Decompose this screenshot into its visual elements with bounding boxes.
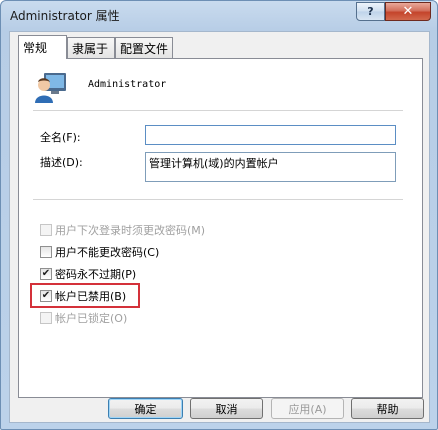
- cannot-change-password-checkbox[interactable]: 用户不能更改密码(C): [40, 244, 159, 260]
- description-label: 描述(D):: [40, 156, 83, 169]
- tab-general[interactable]: 常规: [18, 35, 67, 59]
- tab-member-of[interactable]: 隶属于: [67, 37, 115, 58]
- password-never-expires-checkbox[interactable]: ✔ 密码永不过期(P): [40, 266, 136, 282]
- checkbox-box: [40, 246, 52, 258]
- tab-profile[interactable]: 配置文件: [115, 37, 173, 58]
- description-input[interactable]: 管理计算机(域)的内置帐户: [145, 152, 396, 182]
- checkbox-label: 用户下次登录时须更改密码(M): [55, 224, 206, 237]
- checkbox-label: 帐户已锁定(O): [55, 312, 128, 325]
- checkbox-box: [40, 312, 52, 324]
- help-title-button[interactable]: ?: [356, 2, 385, 21]
- divider: [33, 199, 403, 200]
- checkmark-icon: ✔: [40, 268, 52, 280]
- divider: [33, 110, 403, 111]
- window-title: Administrator 属性: [10, 9, 120, 23]
- ok-button[interactable]: 确定: [108, 398, 183, 419]
- close-button[interactable]: ✕: [385, 2, 431, 21]
- apply-button[interactable]: 应用(A): [271, 398, 344, 419]
- properties-window: Administrator 属性 ? ✕ 常规 隶属于 配置文件 Adminis…: [0, 0, 438, 430]
- checkbox-label: 用户不能更改密码(C): [55, 246, 160, 259]
- title-bar[interactable]: Administrator 属性 ? ✕: [1, 1, 437, 29]
- must-change-password-checkbox[interactable]: 用户下次登录时须更改密码(M): [40, 222, 205, 238]
- question-icon: ?: [367, 5, 374, 18]
- account-disabled-checkbox[interactable]: ✔ 帐户已禁用(B): [40, 288, 126, 304]
- checkbox-label: 帐户已禁用(B): [55, 290, 127, 303]
- username-text: Administrator: [88, 79, 167, 90]
- full-name-label: 全名(F):: [40, 131, 81, 144]
- checkbox-box: [40, 224, 52, 236]
- close-icon: ✕: [402, 4, 414, 19]
- user-account-icon: [35, 73, 66, 103]
- checkmark-icon: ✔: [40, 290, 52, 302]
- dialog-client: 常规 隶属于 配置文件 Administrator 全名(F): 描述(D): …: [9, 31, 430, 423]
- account-locked-checkbox[interactable]: 帐户已锁定(O): [40, 310, 127, 326]
- help-button[interactable]: 帮助: [351, 398, 424, 419]
- full-name-input[interactable]: [145, 125, 396, 145]
- checkbox-label: 密码永不过期(P): [55, 268, 137, 281]
- cancel-button[interactable]: 取消: [190, 398, 263, 419]
- general-panel: Administrator 全名(F): 描述(D): 管理计算机(域)的内置帐…: [18, 58, 423, 398]
